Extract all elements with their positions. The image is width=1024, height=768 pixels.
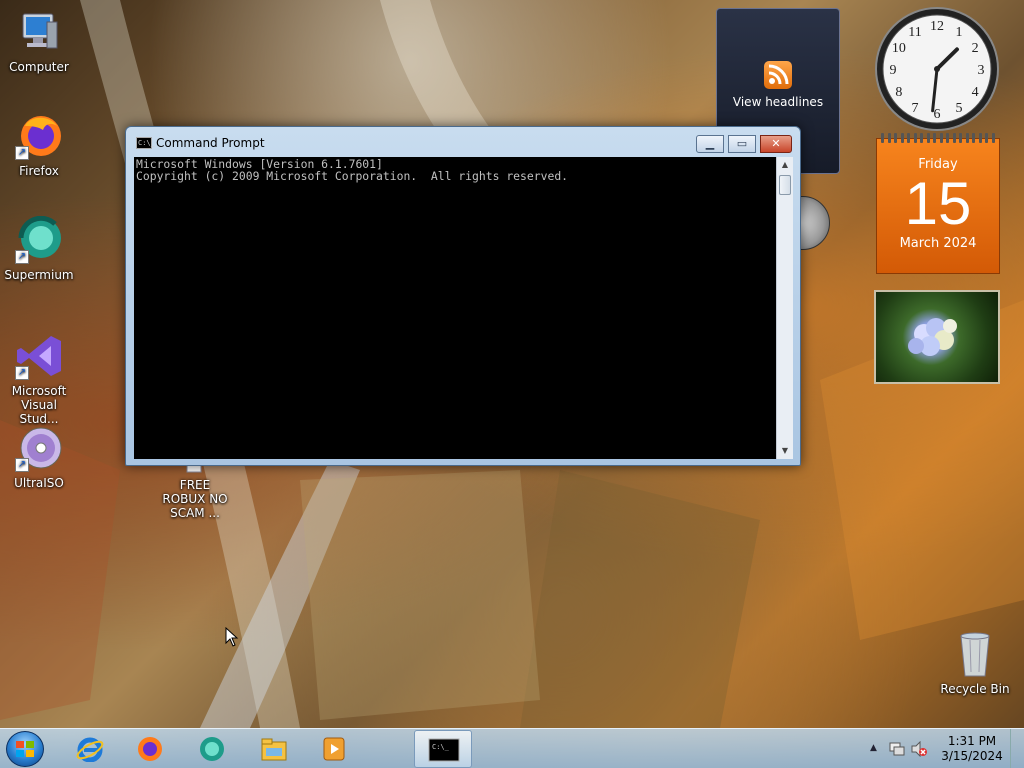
- desktop-icon-ultraiso[interactable]: ↗ UltraISO: [1, 424, 77, 490]
- internet-explorer-icon: [76, 737, 104, 762]
- svg-text:C:\_: C:\_: [432, 743, 450, 751]
- slideshow-gadget[interactable]: [874, 290, 1000, 384]
- desktop-icon-supermium[interactable]: ↗ Supermium: [1, 215, 77, 282]
- calendar-rings: [881, 133, 995, 143]
- taskbar-command-prompt[interactable]: C:\_: [414, 730, 472, 768]
- desktop-icon-firefox[interactable]: ↗ Firefox: [1, 112, 77, 178]
- visual-studio-icon: ↗: [15, 332, 63, 380]
- volume-muted-icon[interactable]: [910, 741, 928, 757]
- analog-clock: 12 12 3 45678 9 1011: [875, 7, 999, 131]
- start-button[interactable]: [6, 731, 44, 767]
- hydrangea-photo: [908, 318, 957, 356]
- desktop-icon-computer[interactable]: Computer: [1, 8, 77, 74]
- clock-numeral: 3: [978, 63, 985, 78]
- system-tray: ▲ 1:31 PM 3/15/2024: [864, 729, 1024, 768]
- clock-numeral: 9: [890, 63, 897, 78]
- command-prompt-icon: C:\_: [428, 738, 460, 762]
- rss-headlines-label: View headlines: [732, 95, 824, 109]
- calendar-gadget[interactable]: Friday 15 March 2024: [876, 133, 1000, 274]
- tray-date: 3/15/2024: [941, 749, 1003, 763]
- calendar-month-year: March 2024: [899, 236, 977, 251]
- supermium-icon: [200, 737, 224, 761]
- taskbar-firefox[interactable]: [122, 732, 178, 766]
- maximize-button[interactable]: ▭: [728, 135, 756, 153]
- file-explorer-icon: [261, 738, 287, 761]
- taskbar-supermium[interactable]: [184, 732, 240, 766]
- windows-logo-icon: [16, 741, 34, 757]
- network-icon[interactable]: [888, 741, 906, 757]
- desktop-icon-recycle-bin[interactable]: Recycle Bin: [937, 630, 1013, 696]
- desktop-icon-label: UltraISO: [14, 476, 64, 490]
- cpu-meter-gadget[interactable]: [796, 196, 830, 250]
- window-title: Command Prompt: [156, 136, 265, 150]
- desktop-icon-label: Computer: [9, 60, 69, 74]
- console-line: Copyright (c) 2009 Microsoft Corporation…: [136, 169, 569, 183]
- clock-numeral: 11: [908, 25, 921, 40]
- clock-numeral: 10: [892, 41, 906, 56]
- taskbar-internet-explorer[interactable]: [62, 732, 118, 766]
- clock-numeral: 12: [930, 19, 944, 34]
- clock-center: [934, 66, 940, 72]
- clock-numeral: 8: [895, 85, 902, 100]
- ultraiso-icon: ↗: [15, 424, 63, 472]
- clock-numeral: 1: [956, 25, 963, 40]
- clock-numeral: 5: [956, 101, 963, 116]
- media-player-icon: [323, 737, 345, 761]
- scroll-up-arrow-icon[interactable]: ▲: [777, 157, 793, 173]
- shortcut-arrow-icon: ↗: [15, 366, 29, 380]
- recycle-bin-icon: [951, 630, 999, 678]
- shortcut-arrow-icon: ↗: [15, 146, 29, 160]
- taskbar: C:\_ ▲ 1:31 PM 3/15/2024: [0, 728, 1024, 768]
- vertical-scrollbar[interactable]: ▲ ▼: [776, 157, 793, 459]
- mouse-cursor-icon: [225, 627, 239, 647]
- desktop-icon-label: Firefox: [19, 164, 59, 178]
- shortcut-arrow-icon: ↗: [15, 250, 29, 264]
- desktop-icon-label: Microsoft Visual Stud...: [11, 384, 67, 426]
- calendar-day: 15: [904, 170, 972, 237]
- clock-numeral: 4: [972, 85, 979, 100]
- command-prompt-window[interactable]: C:\_ Command Prompt ▁ ▭ ✕ Microsoft Wind…: [125, 126, 801, 466]
- desktop-icon-label: Supermium: [4, 268, 74, 282]
- firefox-icon: [138, 737, 162, 761]
- clock-gadget[interactable]: 12 1 2 3 4 5 6 7 8 9 10 11: [874, 6, 1000, 132]
- firefox-icon: ↗: [15, 112, 63, 160]
- computer-icon: [15, 8, 63, 56]
- desktop-icon-label: Recycle Bin: [940, 682, 1010, 696]
- taskbar-media-player[interactable]: [306, 732, 362, 766]
- console-output[interactable]: Microsoft Windows [Version 6.1.7601] Copy…: [134, 157, 784, 459]
- desktop-icon-label: FREE ROBUX NO SCAM ...: [162, 478, 228, 520]
- minimize-button[interactable]: ▁: [696, 135, 724, 153]
- show-desktop-button[interactable]: [1010, 729, 1024, 768]
- clock-numeral: 6: [934, 107, 941, 122]
- taskbar-file-explorer[interactable]: [246, 732, 302, 766]
- taskbar-clock[interactable]: 1:31 PM 3/15/2024: [934, 734, 1010, 764]
- clock-numeral: 7: [912, 101, 919, 116]
- clock-numeral: 2: [972, 41, 979, 56]
- shortcut-arrow-icon: ↗: [15, 458, 29, 472]
- close-button[interactable]: ✕: [760, 135, 792, 153]
- supermium-icon: ↗: [15, 215, 63, 264]
- command-prompt-icon: C:\_: [136, 137, 155, 149]
- window-titlebar[interactable]: C:\_ Command Prompt ▁ ▭ ✕: [126, 127, 800, 157]
- rss-icon: [764, 61, 792, 89]
- tray-time: 1:31 PM: [947, 734, 997, 748]
- show-hidden-icons-icon[interactable]: ▲: [870, 743, 877, 753]
- scroll-down-arrow-icon[interactable]: ▼: [777, 443, 793, 459]
- desktop-icon-visual-studio[interactable]: ↗ Microsoft Visual Stud...: [1, 332, 77, 426]
- scrollbar-thumb[interactable]: [779, 175, 791, 195]
